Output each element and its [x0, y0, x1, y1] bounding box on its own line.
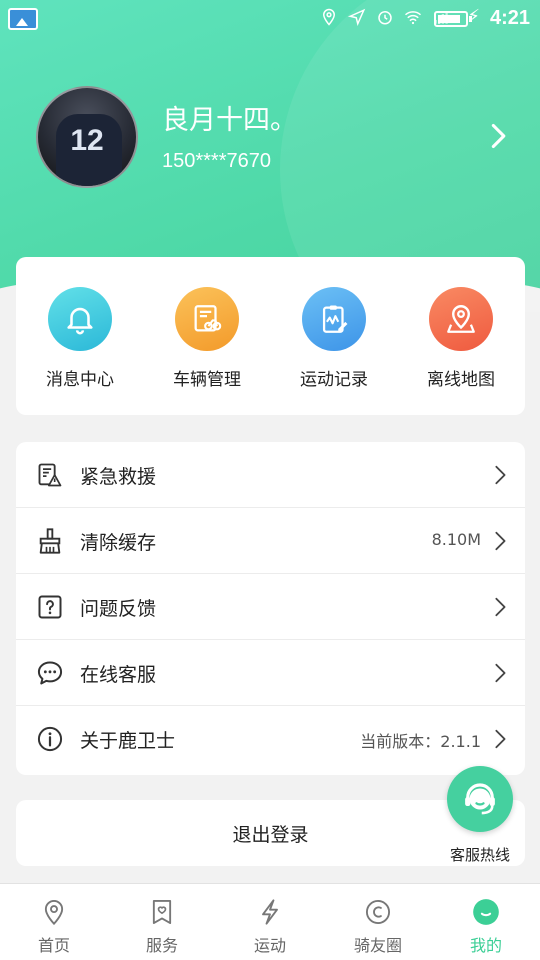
menu-item-label: 紧急救援 [80, 466, 157, 488]
map-pin-icon [429, 287, 493, 351]
chevron-right-icon [489, 662, 511, 684]
menu-item-feedback[interactable]: 问题反馈 [16, 574, 525, 640]
quick-action-label: 离线地图 [427, 370, 495, 390]
broom-icon [36, 527, 64, 555]
nav-service[interactable]: 服务 [108, 884, 216, 960]
avatar-jersey-number: 12 [70, 124, 104, 157]
chat-icon [36, 659, 64, 687]
status-bar: ⚡ 4:21 [0, 0, 540, 36]
chevron-right-icon [489, 728, 511, 750]
bottom-nav: 首页 服务 运动 骑友圈 我的 [0, 883, 540, 960]
customer-hotline-button[interactable] [447, 766, 513, 832]
chevron-right-icon[interactable] [484, 122, 512, 150]
quick-actions-card: 消息中心 车辆管理 运动记录 离线地图 [16, 257, 525, 415]
settings-menu: 紧急救援 清除缓存 8.10M 问题反馈 在线客服 关于鹿卫士 当前版本：2.1… [16, 442, 525, 775]
logout-label: 退出登录 [232, 824, 309, 846]
menu-item-online-service[interactable]: 在线客服 [16, 640, 525, 706]
quick-action-label: 消息中心 [46, 370, 114, 390]
bookmark-heart-icon [148, 898, 176, 926]
status-time: 4:21 [489, 7, 530, 29]
nav-label: 骑友圈 [353, 936, 402, 955]
quick-action-sport-records[interactable]: 运动记录 [270, 287, 398, 390]
location-icon [320, 8, 338, 26]
chevron-right-icon [489, 464, 511, 486]
menu-item-label: 在线客服 [80, 664, 157, 686]
nav-home[interactable]: 首页 [0, 884, 108, 960]
lightning-icon [256, 898, 284, 926]
nav-mine[interactable]: 我的 [432, 884, 540, 960]
charging-icon: ⚡ [467, 6, 480, 27]
nav-label: 运动 [253, 936, 286, 955]
chevron-right-icon [489, 596, 511, 618]
cache-size: 8.10M [431, 530, 481, 549]
emergency-icon [36, 461, 64, 489]
menu-item-clear-cache[interactable]: 清除缓存 8.10M [16, 508, 525, 574]
nav-riders-circle[interactable]: 骑友圈 [324, 884, 432, 960]
app-version: 当前版本：2.1.1 [360, 732, 481, 751]
send-icon [347, 8, 366, 27]
quick-action-messages[interactable]: 消息中心 [16, 287, 144, 390]
profile-phone: 150****7670 [162, 150, 271, 172]
location-pin-icon [40, 898, 68, 926]
bell-icon [48, 287, 112, 351]
menu-item-label: 问题反馈 [80, 598, 157, 620]
nav-label: 我的 [469, 936, 502, 955]
menu-item-emergency[interactable]: 紧急救援 [16, 442, 525, 508]
profile-name[interactable]: 良月十四。 [162, 98, 297, 137]
gallery-icon [8, 8, 38, 30]
wifi-icon [404, 8, 422, 26]
nav-sport[interactable]: 运动 [216, 884, 324, 960]
chevron-right-icon [489, 530, 511, 552]
nav-label: 首页 [37, 936, 70, 955]
nav-label: 服务 [145, 936, 178, 955]
avatar[interactable]: 12 [36, 86, 138, 188]
status-icons [320, 8, 450, 27]
profile-smile-icon [472, 898, 500, 926]
quick-action-vehicles[interactable]: 车辆管理 [143, 287, 271, 390]
quick-action-label: 运动记录 [300, 370, 368, 390]
menu-item-label: 关于鹿卫士 [80, 730, 176, 752]
battery-icon [434, 11, 472, 27]
alarm-icon [376, 8, 394, 26]
quick-action-offline-map[interactable]: 离线地图 [397, 287, 525, 390]
info-icon [36, 725, 64, 753]
smile-icon [364, 898, 392, 926]
menu-item-about[interactable]: 关于鹿卫士 当前版本：2.1.1 [16, 706, 525, 772]
question-icon [36, 593, 64, 621]
quick-action-label: 车辆管理 [173, 370, 241, 390]
clipboard-chart-icon [302, 287, 366, 351]
menu-item-label: 清除缓存 [80, 532, 157, 554]
bike-manage-icon [175, 287, 239, 351]
headset-icon [465, 783, 495, 815]
hotline-label: 客服热线 [449, 846, 510, 864]
